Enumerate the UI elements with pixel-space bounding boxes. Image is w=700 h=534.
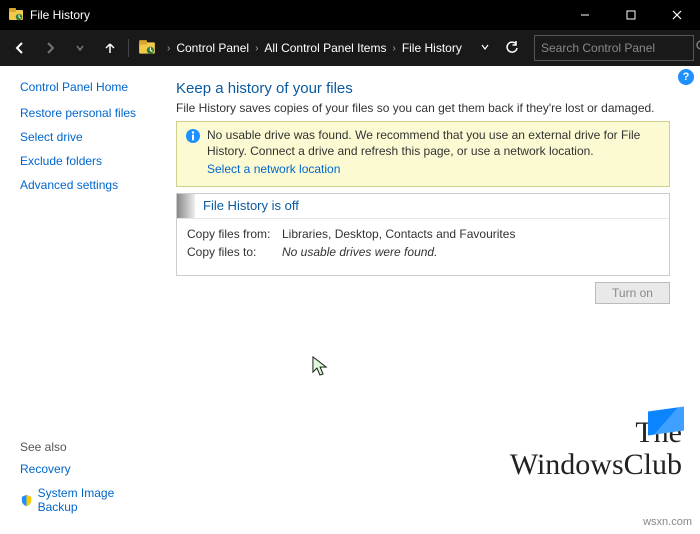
search-input[interactable] [541,41,696,55]
status-title: File History is off [195,194,307,217]
status-body: Copy files from: Libraries, Desktop, Con… [177,219,669,275]
maximize-button[interactable] [608,0,654,30]
status-box: File History is off Copy files from: Lib… [176,193,670,276]
sidebar-link-select-drive[interactable]: Select drive [20,130,154,144]
breadcrumb-item[interactable]: File History [402,41,462,55]
nav-separator [128,39,129,57]
status-key: Copy files to: [187,245,282,259]
shield-icon [20,493,34,507]
forward-button[interactable] [36,34,64,62]
back-button[interactable] [6,34,34,62]
chevron-right-icon: › [392,43,395,54]
close-button[interactable] [654,0,700,30]
select-network-location-link[interactable]: Select a network location [207,162,340,178]
up-button[interactable] [96,34,124,62]
chevron-right-icon: › [167,43,170,54]
see-also-label: System Image Backup [38,486,154,514]
turn-on-button[interactable]: Turn on [595,282,670,304]
status-row: Copy files from: Libraries, Desktop, Con… [187,227,659,241]
app-icon [8,7,24,23]
page-subtitle: File History saves copies of your files … [176,101,670,115]
action-row: Turn on [176,282,670,304]
sidebar-link-restore[interactable]: Restore personal files [20,106,154,120]
location-icon [137,38,157,58]
status-value: No usable drives were found. [282,245,437,259]
minimize-button[interactable] [562,0,608,30]
status-header: File History is off [177,194,669,219]
status-gradient-icon [177,194,195,218]
flag-icon [648,406,684,435]
window-title: File History [30,8,562,22]
turn-on-label: Turn on [612,286,653,300]
footer-site: wsxn.com [643,516,692,528]
watermark-line2: WindowsClub [510,449,682,481]
see-also-recovery[interactable]: Recovery [20,462,154,476]
recent-locations-dropdown[interactable] [66,34,94,62]
status-value: Libraries, Desktop, Contacts and Favouri… [282,227,515,241]
nav-bar: › Control Panel › All Control Panel Item… [0,30,700,66]
info-icon [185,128,201,144]
see-also-heading: See also [20,440,154,454]
chevron-right-icon: › [255,43,258,54]
search-icon [696,40,700,56]
info-text: No usable drive was found. We recommend … [207,128,640,158]
see-also-system-image-backup[interactable]: System Image Backup [20,486,154,514]
sidebar-link-advanced[interactable]: Advanced settings [20,178,154,192]
status-key: Copy files from: [187,227,282,241]
info-box: No usable drive was found. We recommend … [176,121,670,187]
page-title: Keep a history of your files [176,80,670,97]
breadcrumb-item[interactable]: All Control Panel Items [264,41,386,55]
sidebar-heading[interactable]: Control Panel Home [20,80,154,94]
breadcrumb: › Control Panel › All Control Panel Item… [163,41,496,55]
search-box[interactable] [534,35,694,61]
sidebar-link-exclude[interactable]: Exclude folders [20,154,154,168]
breadcrumb-dropdown[interactable] [480,41,490,55]
status-row: Copy files to: No usable drives were fou… [187,245,659,259]
sidebar: Control Panel Home Restore personal file… [0,66,164,534]
title-bar: File History [0,0,700,30]
breadcrumb-item[interactable]: Control Panel [176,41,249,55]
watermark: The WindowsClub [510,417,682,480]
refresh-button[interactable] [498,34,526,62]
window-controls [562,0,700,30]
